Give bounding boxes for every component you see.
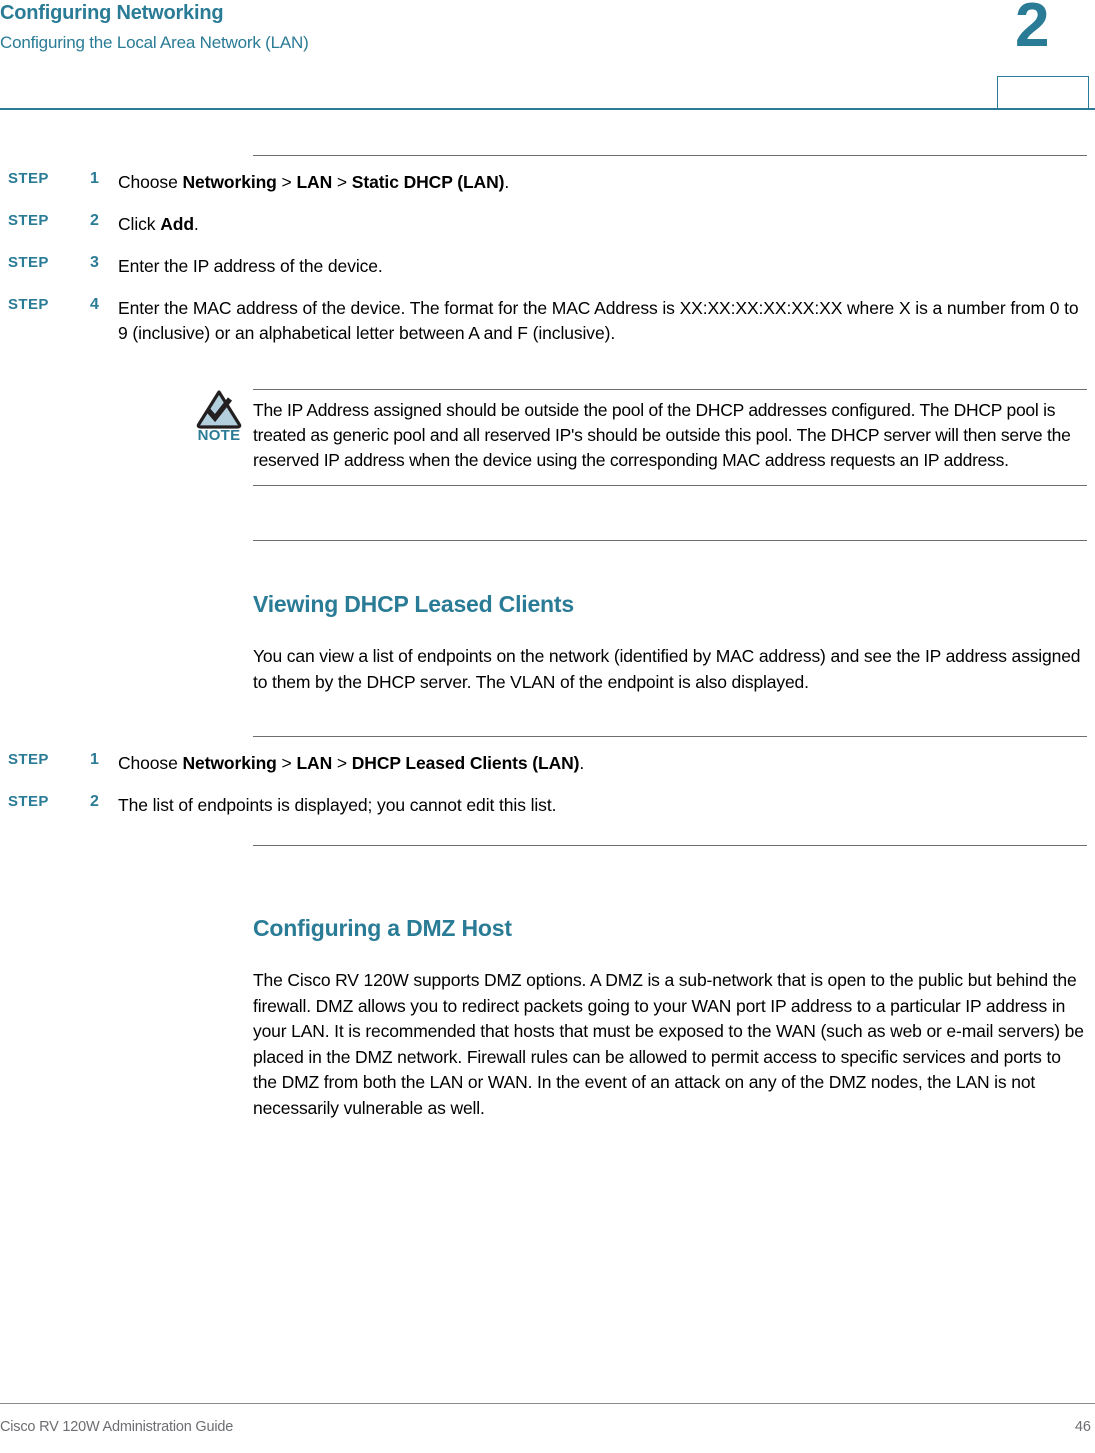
step-text-pre: Choose	[118, 753, 183, 773]
page-header: Configuring Networking Configuring the L…	[0, 0, 1095, 110]
footer-page-number: 46	[1074, 1419, 1091, 1435]
step-text-sep2: >	[332, 172, 352, 192]
step-text-pre: Click	[118, 214, 161, 234]
step-row: STEP 1 Choose Networking > LAN > Static …	[0, 170, 1095, 195]
step-row: STEP 2 The list of endpoints is displaye…	[0, 793, 1095, 818]
note-callout: NOTE The IP Address assigned should be o…	[0, 389, 1095, 486]
step-row: STEP 3 Enter the IP address of the devic…	[0, 254, 1095, 279]
step-number: 3	[90, 254, 99, 271]
step-label: STEP	[8, 296, 49, 313]
step-text-bold-networking: Networking	[182, 753, 277, 773]
section-end-rule	[253, 540, 1087, 541]
step-text-bold-networking: Networking	[182, 172, 277, 192]
step-label: STEP	[8, 254, 49, 271]
step-row: STEP 2 Click Add.	[0, 212, 1095, 237]
step-number: 1	[90, 170, 99, 187]
page-subtitle: Configuring the Local Area Network (LAN)	[0, 33, 309, 52]
step-block-top-rule	[253, 736, 1087, 737]
step-number: 2	[90, 793, 99, 810]
step-text-sep1: >	[276, 753, 297, 773]
step-number: 2	[90, 212, 99, 229]
step-block-top-rule	[253, 155, 1087, 156]
step-number: 1	[90, 751, 99, 768]
step-text: The list of endpoints is displayed; you …	[118, 795, 557, 815]
step-row: STEP 4 Enter the MAC address of the devi…	[0, 296, 1095, 346]
step-text: Enter the IP address of the device.	[118, 256, 383, 276]
page-content: STEP 1 Choose Networking > LAN > Static …	[0, 110, 1095, 1121]
step-block-bottom-rule	[253, 845, 1087, 846]
page-footer: Cisco RV 120W Administration Guide 46	[0, 1391, 1095, 1453]
note-top-rule	[253, 389, 1087, 390]
step-text-post: .	[193, 214, 199, 234]
step-text-bold-dhcp-leased-clients: DHCP Leased Clients (LAN)	[351, 753, 580, 773]
step-text-sep2: >	[332, 753, 352, 773]
footer-divider	[0, 1403, 1095, 1404]
note-label: NOTE	[197, 427, 241, 444]
step-label: STEP	[8, 751, 49, 768]
static-dhcp-step-block: STEP 1 Choose Networking > LAN > Static …	[0, 155, 1095, 346]
step-text: Click Add.	[118, 212, 1095, 237]
step-label: STEP	[8, 170, 49, 187]
page-title: Configuring Networking	[0, 2, 224, 24]
chapter-box	[997, 76, 1089, 109]
step-text-bold-add: Add	[160, 214, 194, 234]
note-bottom-rule	[253, 485, 1087, 486]
step-label: STEP	[8, 212, 49, 229]
step-number: 4	[90, 296, 99, 313]
step-label: STEP	[8, 793, 49, 810]
step-text-bold-lan: LAN	[296, 172, 333, 192]
step-text-post: .	[579, 753, 585, 773]
viewing-clients-step-block: STEP 1 Choose Networking > LAN > DHCP Le…	[0, 736, 1095, 846]
section-paragraph-viewing-clients: You can view a list of endpoints on the …	[253, 646, 1081, 692]
step-text-sep1: >	[276, 172, 297, 192]
dmz-section: Configuring a DMZ Host The Cisco RV 120W…	[0, 915, 1095, 1121]
note-icon-column: NOTE	[188, 389, 250, 444]
viewing-clients-section: Viewing DHCP Leased Clients You can view…	[0, 591, 1095, 846]
section-heading-viewing-clients: Viewing DHCP Leased Clients	[253, 591, 574, 617]
footer-guide-title: Cisco RV 120W Administration Guide	[0, 1419, 234, 1435]
section-heading-dmz: Configuring a DMZ Host	[253, 915, 512, 941]
step-text-bold-lan: LAN	[296, 753, 333, 773]
step-text: Choose Networking > LAN > DHCP Leased Cl…	[118, 751, 1095, 776]
chapter-number: 2	[1015, 0, 1050, 60]
step-text-pre: Choose	[118, 172, 183, 192]
step-row: STEP 1 Choose Networking > LAN > DHCP Le…	[0, 751, 1095, 776]
step-text: Enter the MAC address of the device. The…	[118, 298, 1079, 343]
note-triangle-check-icon	[196, 390, 242, 429]
note-text: The IP Address assigned should be outsid…	[253, 400, 1071, 470]
step-text-bold-static-dhcp: Static DHCP (LAN)	[351, 172, 505, 192]
step-text-post: .	[504, 172, 510, 192]
section-paragraph-dmz: The Cisco RV 120W supports DMZ options. …	[253, 970, 1084, 1118]
step-text: Choose Networking > LAN > Static DHCP (L…	[118, 170, 1095, 195]
